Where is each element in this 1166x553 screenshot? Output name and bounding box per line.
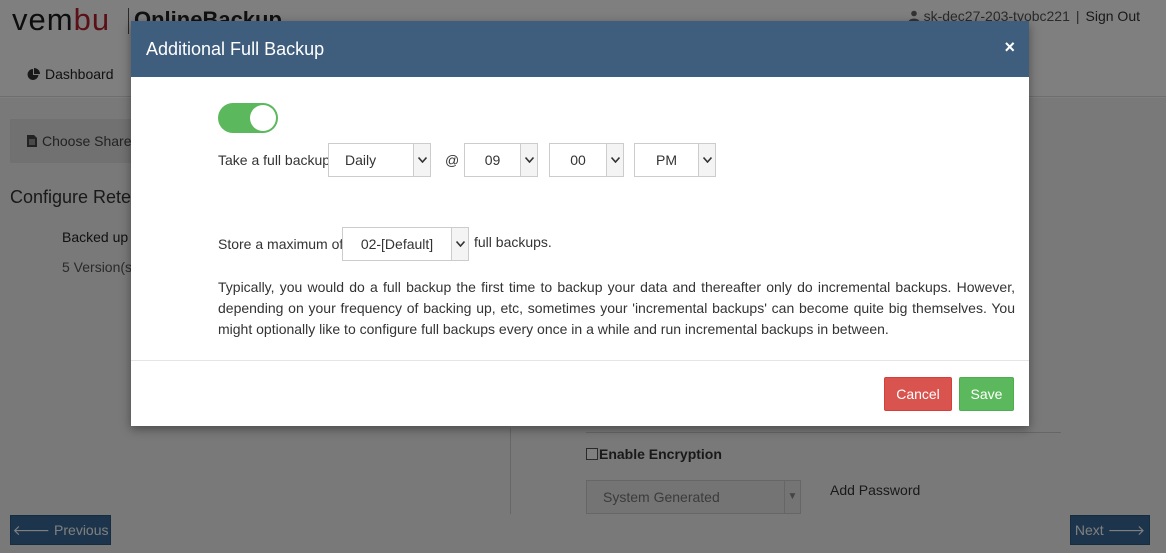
chevron-down-icon bbox=[698, 144, 715, 176]
at-symbol: @ bbox=[445, 152, 460, 168]
chevron-down-icon bbox=[606, 144, 623, 176]
hour-value: 09 bbox=[484, 152, 501, 168]
ampm-select[interactable]: PM bbox=[634, 143, 716, 177]
cancel-button[interactable]: Cancel bbox=[884, 377, 952, 411]
save-button[interactable]: Save bbox=[959, 377, 1014, 411]
hour-select[interactable]: 09 bbox=[464, 143, 538, 177]
store-maximum-label: Store a maximum of bbox=[218, 236, 344, 252]
description-text: Typically, you would do a full backup th… bbox=[218, 279, 1015, 337]
minute-value: 00 bbox=[570, 152, 586, 168]
full-backups-label: full backups. bbox=[474, 234, 552, 250]
modal-title: Additional Full Backup bbox=[146, 39, 325, 59]
frequency-value: Daily bbox=[345, 152, 377, 168]
modal-header: Additional Full Backup × bbox=[131, 21, 1029, 77]
close-icon[interactable]: × bbox=[1004, 37, 1015, 58]
full-backup-toggle[interactable] bbox=[218, 103, 278, 133]
take-full-backup-label: Take a full backup bbox=[218, 152, 331, 168]
modal-footer-divider bbox=[131, 360, 1029, 361]
chevron-down-icon bbox=[413, 144, 430, 176]
ampm-value: PM bbox=[656, 152, 677, 168]
max-backups-select[interactable]: 02-[Default] bbox=[342, 227, 469, 261]
minute-select[interactable]: 00 bbox=[549, 143, 624, 177]
toggle-knob bbox=[250, 105, 276, 131]
additional-full-backup-modal: Additional Full Backup × Take a full bac… bbox=[131, 21, 1029, 426]
chevron-down-icon bbox=[451, 228, 468, 260]
chevron-down-icon bbox=[520, 144, 537, 176]
max-backups-value: 02-[Default] bbox=[360, 236, 434, 252]
frequency-select[interactable]: Daily bbox=[328, 143, 431, 177]
